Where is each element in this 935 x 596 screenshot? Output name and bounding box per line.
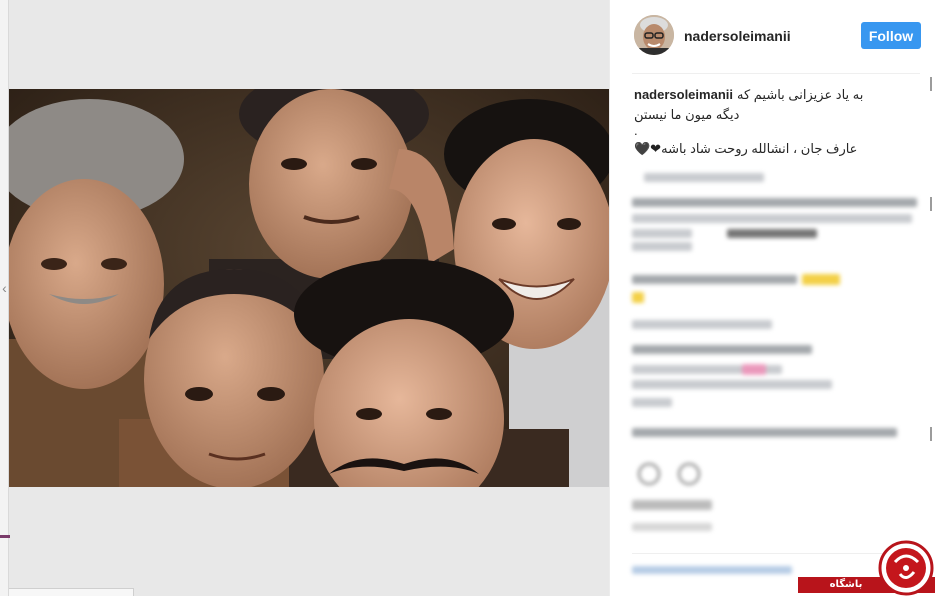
left-edge-panel <box>0 0 9 596</box>
scrollbar-tick <box>930 427 932 441</box>
blurred-comment-line <box>632 214 912 223</box>
hearts-emoji-icon: ❤🖤 <box>634 141 662 156</box>
post-side-panel: nadersoleimanii Follow nadersoleimanii به… <box>609 0 935 596</box>
header-divider <box>632 73 920 74</box>
post-time-blurred <box>632 523 712 531</box>
follow-button[interactable]: Follow <box>861 22 921 49</box>
previous-post-arrow-icon[interactable]: ‹ <box>0 278 9 298</box>
caption-text-line2: دیگه میون ما نیستن <box>634 107 740 122</box>
watermark-text: باشگاه خبرنگاران <box>822 579 871 596</box>
blurred-comment-line <box>632 242 692 251</box>
caption-text-line3: . <box>634 123 638 138</box>
header-username[interactable]: nadersoleimanii <box>684 28 791 44</box>
blurred-comment-line <box>632 345 812 354</box>
blurred-comment-line <box>632 398 672 407</box>
add-comment-blurred <box>632 566 792 574</box>
blurred-comment-line <box>632 198 917 207</box>
caption-text-line4-text: عارف جان ، انشالله روحت شاد باشه <box>661 141 858 156</box>
scrollbar-tick <box>930 77 932 91</box>
post-header: nadersoleimanii Follow <box>610 0 935 73</box>
blurred-comment-line <box>727 229 817 238</box>
caption-first-line: nadersoleimanii به یاد عزیزانی باشیم که <box>634 86 924 104</box>
caption-username[interactable]: nadersoleimanii <box>634 87 733 102</box>
blurred-emoji <box>742 364 766 375</box>
avatar-illustration <box>634 15 674 55</box>
blurred-emoji <box>802 274 840 285</box>
watermark-logo-icon <box>878 540 934 596</box>
blurred-comment-line <box>644 173 764 182</box>
blurred-comment-line <box>632 229 692 238</box>
caption-text-line1: به یاد عزیزانی باشیم که <box>736 87 864 102</box>
post-photo[interactable] <box>9 89 609 487</box>
comment-icon[interactable] <box>678 463 700 485</box>
blurred-comment-line <box>632 380 832 389</box>
post-photo-illustration <box>9 89 609 487</box>
blurred-comment-line <box>632 428 897 437</box>
watermark-logo-svg <box>878 540 934 596</box>
user-avatar[interactable] <box>634 15 674 55</box>
watermark: باشگاه خبرنگاران <box>798 540 935 596</box>
blurred-emoji <box>632 292 644 303</box>
bottom-edge-strip <box>9 588 134 596</box>
blurred-comment-line <box>632 275 797 284</box>
like-heart-icon[interactable] <box>638 463 660 485</box>
post-caption: nadersoleimanii به یاد عزیزانی باشیم که د… <box>634 86 924 158</box>
left-accent-bar <box>0 535 10 538</box>
blurred-comment-line <box>632 320 772 329</box>
scrollbar-tick <box>930 197 932 211</box>
comments-scrollbar[interactable] <box>928 77 934 447</box>
blurred-comments-area <box>632 170 922 450</box>
likes-count-blurred <box>632 500 712 510</box>
post-actions-blurred <box>632 455 922 495</box>
caption-text-line4: عارف جان ، انشالله روحت شاد باشه❤🖤 <box>634 140 924 158</box>
